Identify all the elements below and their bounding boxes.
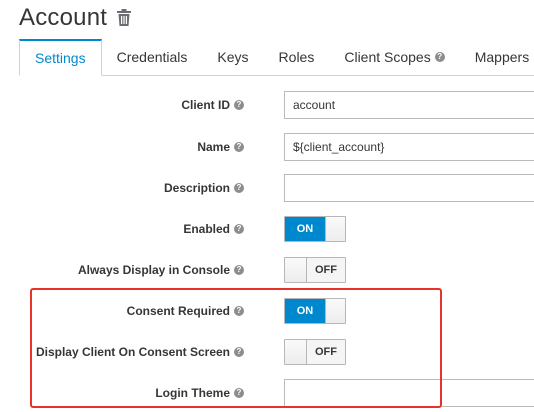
form-row-description: Description?: [0, 174, 534, 202]
toggle-on-state: ON: [285, 217, 325, 241]
toggle-knob: [325, 217, 345, 241]
form-row-name: Name? ${client_account}: [0, 133, 534, 161]
tab-mappers[interactable]: Mappers: [460, 39, 534, 75]
client-id-input[interactable]: account: [284, 91, 534, 119]
label-text: Consent Required: [126, 304, 230, 318]
label-text: Login Theme: [155, 386, 230, 400]
toggle-knob: [325, 299, 345, 323]
always-display-label: Always Display in Console?: [78, 256, 244, 284]
description-label: Description?: [164, 174, 244, 202]
display-client-consent-toggle[interactable]: OFF: [284, 339, 346, 365]
label-text: Name: [197, 140, 230, 154]
form-row-login-theme: Login Theme?: [0, 379, 534, 407]
help-icon[interactable]: ?: [234, 183, 244, 193]
form-row-always-display: Always Display in Console? OFF: [0, 256, 534, 284]
label-text: Description: [163, 181, 230, 195]
help-icon[interactable]: ?: [234, 142, 244, 152]
tab-label: Mappers: [474, 49, 530, 65]
help-icon[interactable]: ?: [234, 347, 244, 357]
tab-credentials[interactable]: Credentials: [102, 39, 203, 75]
label-text: Always Display in Console: [77, 263, 230, 277]
name-input[interactable]: ${client_account}: [284, 133, 534, 161]
help-icon[interactable]: ?: [234, 224, 244, 234]
toggle-off-state: OFF: [307, 340, 345, 364]
login-theme-select[interactable]: [284, 379, 534, 407]
toggle-knob: [285, 340, 307, 364]
login-theme-label: Login Theme?: [155, 379, 244, 407]
tab-bar: Settings Credentials Keys Roles Client S…: [19, 38, 534, 76]
form-row-consent-required: Consent Required? ON: [0, 297, 534, 325]
label-text: Enabled: [183, 222, 230, 236]
display-client-consent-label: Display Client On Consent Screen?: [36, 338, 244, 366]
enabled-toggle[interactable]: ON: [284, 216, 346, 242]
page-header: Account: [19, 0, 132, 36]
tab-roles[interactable]: Roles: [264, 39, 330, 75]
tab-client-scopes[interactable]: Client Scopes?: [329, 39, 459, 75]
consent-required-label: Consent Required?: [127, 297, 244, 325]
name-label: Name?: [197, 133, 244, 161]
tab-label: Credentials: [116, 49, 188, 65]
tab-label: Keys: [217, 49, 249, 65]
always-display-toggle[interactable]: OFF: [284, 257, 346, 283]
help-icon[interactable]: ?: [234, 306, 244, 316]
label-text: Client ID: [181, 98, 230, 112]
description-input[interactable]: [284, 174, 534, 202]
consent-required-toggle[interactable]: ON: [284, 298, 346, 324]
toggle-on-state: ON: [285, 299, 325, 323]
tab-label: Roles: [278, 49, 315, 65]
help-icon[interactable]: ?: [234, 388, 244, 398]
label-text: Display Client On Consent Screen: [35, 345, 230, 359]
form-row-enabled: Enabled? ON: [0, 215, 534, 243]
trash-icon[interactable]: [117, 9, 132, 27]
enabled-label: Enabled?: [183, 215, 244, 243]
help-icon[interactable]: ?: [234, 100, 244, 110]
toggle-off-state: OFF: [307, 258, 345, 282]
help-icon[interactable]: ?: [234, 265, 244, 275]
toggle-knob: [285, 258, 307, 282]
tab-keys[interactable]: Keys: [202, 39, 263, 75]
page-title: Account: [19, 4, 108, 31]
client-id-label: Client ID?: [181, 91, 244, 119]
tab-label: Client Scopes: [344, 49, 431, 65]
tab-label: Settings: [35, 50, 86, 66]
form-row-client-id: Client ID? account: [0, 91, 534, 119]
help-icon[interactable]: ?: [434, 52, 445, 62]
form-row-display-client-consent: Display Client On Consent Screen? OFF: [0, 338, 534, 366]
tab-settings[interactable]: Settings: [19, 39, 102, 76]
